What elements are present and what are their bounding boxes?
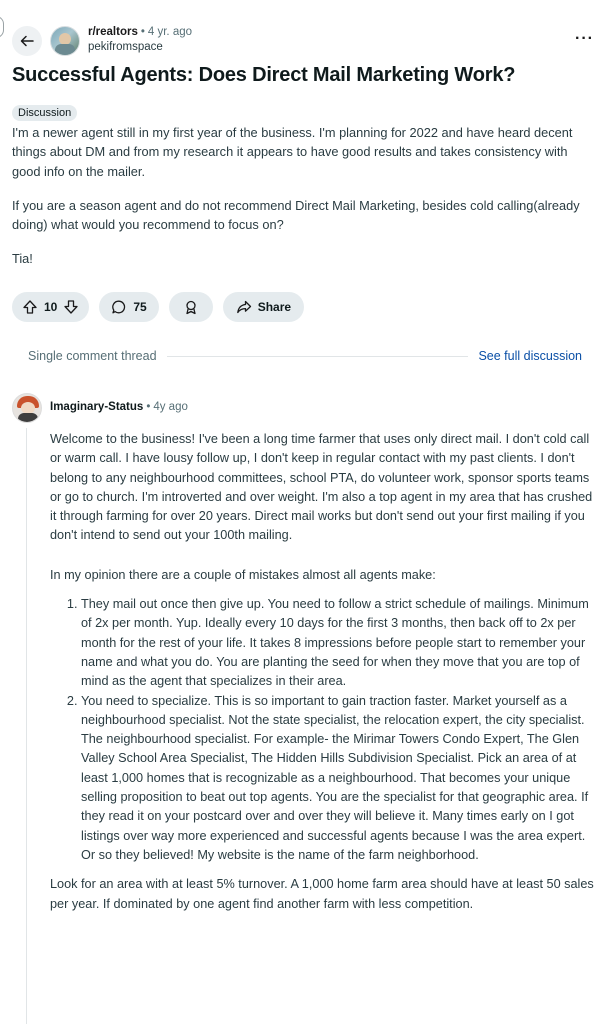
post-age: 4 yr. ago xyxy=(147,26,193,38)
comment-paragraph: In my opinion there are a couple of mist… xyxy=(50,567,436,582)
speech-bubble-icon xyxy=(112,300,126,314)
comments-button[interactable]: 75 xyxy=(99,292,159,322)
comment-body: Welcome to the business! I've been a lon… xyxy=(50,430,598,934)
see-full-discussion-link[interactable]: See full discussion xyxy=(478,349,582,363)
post-paragraph: If you are a season agent and do not rec… xyxy=(12,197,580,233)
comment-meta: Imaginary-Status • 4y ago xyxy=(50,401,188,413)
thread-bar: Single comment thread See full discussio… xyxy=(28,346,582,366)
back-button[interactable] xyxy=(12,26,42,56)
award-icon xyxy=(186,300,196,315)
comment-list: They mail out once then give up. You nee… xyxy=(81,595,598,865)
commenter-avatar[interactable] xyxy=(12,393,42,423)
thread-rail[interactable] xyxy=(26,428,27,1024)
more-options-button[interactable]: ··· xyxy=(575,30,594,48)
thread-label: Single comment thread xyxy=(28,349,157,363)
arrow-left-icon xyxy=(20,35,34,47)
post-header: r/realtors • 4 yr. ago pekifromspace ··· xyxy=(12,24,602,60)
post-paragraph: Tia! xyxy=(12,251,33,267)
comment-count: 75 xyxy=(133,300,147,314)
subreddit-avatar[interactable] xyxy=(50,26,80,56)
thread-divider xyxy=(166,355,469,357)
post-body: I'm a newer agent still in my first year… xyxy=(12,123,592,284)
share-label: Share xyxy=(257,300,292,314)
share-button[interactable]: Share xyxy=(222,292,305,322)
comment-age: 4y ago xyxy=(153,401,188,413)
post-action-bar: 10 75 Share xyxy=(12,292,305,322)
award-button[interactable] xyxy=(168,292,213,322)
post-flair[interactable]: Discussion xyxy=(12,105,78,121)
list-item: You need to specialize. This is so impor… xyxy=(81,692,598,866)
post-paragraph: I'm a newer agent still in my first year… xyxy=(12,125,573,179)
vote-pill: 10 xyxy=(12,292,90,322)
share-arrow-icon xyxy=(236,300,251,314)
arrow-up-icon[interactable] xyxy=(22,299,38,315)
ellipsis-icon: ··· xyxy=(575,30,594,47)
post-author[interactable]: pekifromspace xyxy=(88,41,163,53)
subreddit-link[interactable]: r/realtors xyxy=(88,26,138,38)
commenter-name[interactable]: Imaginary-Status xyxy=(50,401,143,413)
comment-paragraph: Welcome to the business! I've been a lon… xyxy=(50,432,593,543)
arrow-down-icon[interactable] xyxy=(63,299,79,315)
subreddit-line: r/realtors • 4 yr. ago xyxy=(88,26,193,38)
list-item: They mail out once then give up. You nee… xyxy=(81,595,598,691)
comment-paragraph: Look for an area with at least 5% turnov… xyxy=(50,877,594,911)
vote-count: 10 xyxy=(44,300,58,314)
window-edge-decoration xyxy=(0,16,4,38)
post-title: Successful Agents: Does Direct Mail Mark… xyxy=(12,64,516,86)
